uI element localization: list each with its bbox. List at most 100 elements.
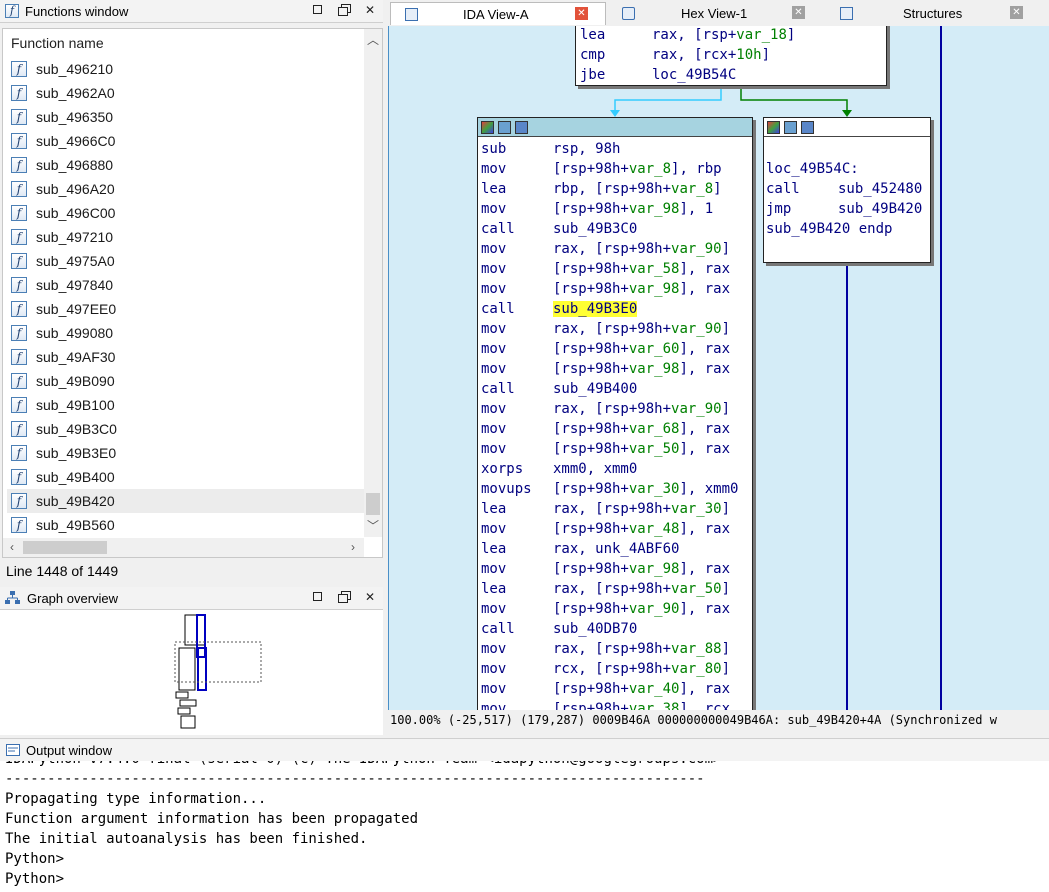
minimize-icon[interactable] — [311, 590, 325, 604]
function-list[interactable]: Function name f sub_496210 f sub_4962A0 f sub… — [2, 28, 383, 558]
vertical-scrollbar[interactable]: ︿ ﹀ — [364, 29, 382, 537]
float-window-icon[interactable] — [337, 590, 351, 604]
code-label[interactable]: loc_49B54C: — [766, 161, 859, 177]
function-list-item[interactable]: f sub_499080 — [7, 321, 365, 345]
code-line[interactable]: jmp sub_49B420 — [766, 199, 930, 219]
graph-icon[interactable] — [498, 120, 511, 134]
code-line[interactable]: call sub_49B400 — [481, 379, 752, 399]
mnemonic: mov — [481, 161, 507, 177]
code-line[interactable]: lea rax, unk_4ABF60 — [481, 539, 752, 559]
code-line[interactable]: mov [rsp+98h+var_98], 1 — [481, 199, 752, 219]
scroll-up-icon[interactable]: ︿ — [364, 31, 382, 48]
code-line[interactable]: call sub_40DB70 — [481, 619, 752, 639]
mnemonic: jmp — [766, 201, 792, 217]
code-line[interactable]: sub rsp, 98h — [481, 139, 752, 159]
function-list-item[interactable]: f sub_49B560 — [7, 513, 365, 537]
minimize-icon[interactable] — [311, 3, 325, 17]
graph-icon[interactable] — [784, 120, 797, 134]
functions-window-titlebar[interactable]: f Functions window ✕ — [0, 0, 383, 23]
horizontal-scroll-thumb[interactable] — [23, 541, 107, 554]
close-icon[interactable]: ✕ — [792, 6, 805, 19]
output-window-titlebar[interactable]: Output window — [0, 738, 1049, 762]
code-line[interactable]: mov rax, [rsp+98h+var_90] — [481, 239, 752, 259]
tab-hex-view-1[interactable]: Hex View-1 ✕ — [608, 2, 808, 24]
code-line[interactable]: mov [rsp+98h+var_38], rcx — [481, 699, 752, 710]
function-list-item[interactable]: f sub_49B100 — [7, 393, 365, 417]
code-line[interactable]: jbe loc_49B54C — [580, 65, 886, 85]
code-line[interactable]: call sub_452480 — [766, 179, 930, 199]
function-list-item[interactable]: f sub_49AF30 — [7, 345, 365, 369]
close-icon[interactable]: ✕ — [363, 3, 377, 17]
scroll-down-icon[interactable]: ﹀ — [364, 517, 382, 534]
code-line[interactable]: mov [rsp+98h+var_48], rax — [481, 519, 752, 539]
output-window-icon — [6, 744, 20, 756]
function-list-item[interactable]: f sub_4962A0 — [7, 81, 365, 105]
code-line[interactable]: mov [rsp+98h+var_60], rax — [481, 339, 752, 359]
scroll-left-icon[interactable]: ‹ — [3, 540, 21, 554]
function-list-item[interactable]: f sub_49B090 — [7, 369, 365, 393]
code-line[interactable]: mov [rsp+98h+var_98], rax — [481, 279, 752, 299]
function-list-item[interactable]: f sub_49B400 — [7, 465, 365, 489]
tab-ida-view-a[interactable]: IDA View-A ✕ — [390, 2, 606, 25]
collapse-icon[interactable] — [515, 120, 528, 134]
code-line[interactable]: mov [rsp+98h+var_98], rax — [481, 559, 752, 579]
function-list-item[interactable]: f sub_49B3E0 — [7, 441, 365, 465]
code-line[interactable]: mov rax, [rsp+98h+var_88] — [481, 639, 752, 659]
graph-overview-canvas[interactable] — [0, 610, 383, 734]
function-list-item[interactable]: f sub_496210 — [7, 57, 365, 81]
mnemonic: call — [481, 381, 515, 397]
ida-graph-view[interactable]: lea rax, [rsp+var_18] cmp rax, [rcx+10h] jbe… — [388, 26, 1049, 710]
tab-structures[interactable]: Structures ✕ — [826, 2, 1026, 24]
code-line[interactable]: mov [rsp+98h+var_90], rax — [481, 599, 752, 619]
code-line[interactable]: mov rax, [rsp+98h+var_90] — [481, 319, 752, 339]
code-line[interactable]: mov [rsp+98h+var_40], rax — [481, 679, 752, 699]
code-line[interactable]: call sub_49B3C0 — [481, 219, 752, 239]
operand-tail: ] — [721, 641, 731, 657]
highlighted-operand[interactable]: sub_49B3E0 — [553, 301, 638, 317]
code-line[interactable]: mov [rsp+98h+var_50], rax — [481, 439, 752, 459]
function-list-item[interactable]: f sub_497EE0 — [7, 297, 365, 321]
code-line[interactable]: mov rax, [rsp+98h+var_90] — [481, 399, 752, 419]
code-line[interactable]: mov [rsp+98h+var_98], rax — [481, 359, 752, 379]
output-window[interactable]: IDAPython v7.4.0 final (serial 0) (c) Th… — [0, 761, 1049, 892]
close-icon[interactable]: ✕ — [1010, 6, 1023, 19]
scroll-right-icon[interactable]: › — [344, 540, 362, 554]
color-palette-icon[interactable] — [481, 120, 494, 134]
function-list-item[interactable]: f sub_496880 — [7, 153, 365, 177]
collapse-icon[interactable] — [801, 120, 814, 134]
horizontal-scrollbar[interactable]: ‹ › — [3, 538, 364, 557]
block-top[interactable]: lea rax, [rsp+var_18] cmp rax, [rcx+10h] jbe… — [575, 26, 887, 86]
code-line[interactable]: lea rbp, [rsp+98h+var_8] — [481, 179, 752, 199]
function-name: sub_4962A0 — [36, 85, 115, 101]
operand: rax, [rsp+98h+ — [553, 501, 672, 517]
block-right[interactable]: loc_49B54C: call sub_452480 jmp sub_49B420 … — [763, 117, 931, 263]
code-line[interactable]: mov [rsp+98h+var_58], rax — [481, 259, 752, 279]
function-list-item[interactable]: f sub_496350 — [7, 105, 365, 129]
color-palette-icon[interactable] — [767, 120, 780, 134]
code-line[interactable]: xorps xmm0, xmm0 — [481, 459, 752, 479]
function-list-item[interactable]: f sub_497840 — [7, 273, 365, 297]
code-line[interactable]: lea rax, [rsp+98h+var_50] — [481, 579, 752, 599]
code-line[interactable]: call sub_49B3E0 — [481, 299, 752, 319]
column-header-function-name[interactable]: Function name — [11, 35, 104, 51]
vertical-scroll-thumb[interactable] — [366, 493, 380, 515]
code-line[interactable]: lea rax, [rsp+var_18] — [580, 26, 886, 45]
code-line[interactable]: cmp rax, [rcx+10h] — [580, 45, 886, 65]
function-list-item[interactable]: f sub_496C00 — [7, 201, 365, 225]
function-list-item[interactable]: f sub_4975A0 — [7, 249, 365, 273]
function-list-item[interactable]: f sub_49B3C0 — [7, 417, 365, 441]
code-line[interactable]: mov rcx, [rsp+98h+var_80] — [481, 659, 752, 679]
code-line[interactable]: lea rax, [rsp+98h+var_30] — [481, 499, 752, 519]
function-list-item[interactable]: f sub_496A20 — [7, 177, 365, 201]
code-line[interactable]: mov [rsp+98h+var_68], rax — [481, 419, 752, 439]
float-window-icon[interactable] — [337, 3, 351, 17]
function-list-item[interactable]: f sub_497210 — [7, 225, 365, 249]
code-line[interactable]: mov [rsp+98h+var_8], rbp — [481, 159, 752, 179]
close-icon[interactable]: ✕ — [363, 590, 377, 604]
code-line[interactable]: movups [rsp+98h+var_30], xmm0 — [481, 479, 752, 499]
close-icon[interactable]: ✕ — [575, 7, 588, 20]
function-list-item[interactable]: f sub_4966C0 — [7, 129, 365, 153]
block-main[interactable]: sub rsp, 98h mov [rsp+98h+var_8], rbp lea rbp… — [477, 117, 753, 710]
function-list-item[interactable]: f sub_49B420 — [7, 489, 365, 513]
graph-overview-titlebar[interactable]: Graph overview ✕ — [0, 587, 383, 610]
